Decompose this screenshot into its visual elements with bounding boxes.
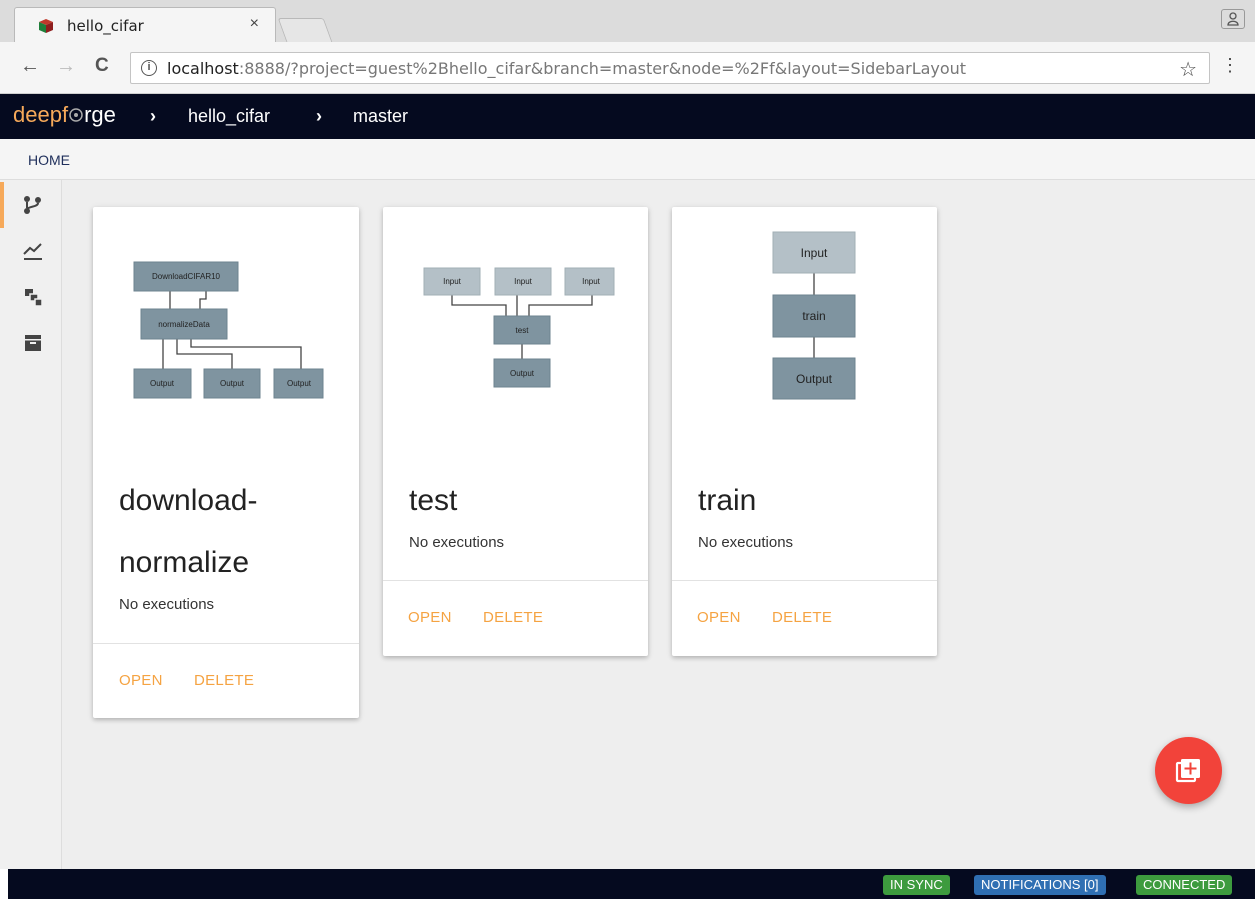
pipelines-icon: [24, 196, 41, 214]
node-label: Input: [443, 277, 462, 286]
open-button[interactable]: OPEN: [408, 609, 452, 626]
open-button[interactable]: OPEN: [697, 609, 741, 626]
node-label: Input: [514, 277, 533, 286]
breadcrumb-separator: ›: [150, 106, 156, 126]
sidebar-item-artifacts[interactable]: [8, 320, 62, 366]
pipeline-card[interactable]: DownloadCIFAR10 normalizeData Output Out…: [93, 207, 359, 718]
browser-toolbar: ← → C i localhost:8888/?project=guest%2B…: [0, 42, 1255, 94]
card-status: No executions: [409, 534, 505, 551]
breadcrumb-project[interactable]: hello_cifar: [188, 106, 270, 127]
card-divider: [672, 580, 937, 581]
pipeline-card[interactable]: Input train Output train No executions O…: [672, 207, 937, 656]
card-status: No executions: [698, 534, 794, 551]
tab-close-icon[interactable]: ×: [250, 15, 259, 33]
sidebar-item-pipelines[interactable]: [0, 182, 62, 228]
status-footer: IN SYNC NOTIFICATIONS [0] CONNECTED: [8, 869, 1255, 899]
node-label: train: [802, 309, 825, 323]
executions-chart-icon: [23, 243, 42, 260]
tab-title: hello_cifar: [67, 17, 144, 35]
archive-icon: [25, 335, 41, 351]
pipeline-preview: DownloadCIFAR10 normalizeData Output Out…: [133, 261, 324, 399]
node-label: Input: [582, 277, 601, 286]
pipeline-card[interactable]: Input Input Input test Output test No ex…: [383, 207, 648, 656]
reload-icon[interactable]: C: [95, 56, 109, 76]
breadcrumb-bar: HOME: [0, 139, 1255, 180]
pipeline-preview: Input Input Input test Output: [423, 267, 615, 388]
card-title: download-: [119, 484, 258, 517]
browser-tab[interactable]: hello_cifar ×: [14, 7, 276, 42]
info-icon[interactable]: i: [141, 60, 157, 76]
open-button[interactable]: OPEN: [119, 672, 163, 689]
back-arrow-icon[interactable]: ←: [20, 56, 40, 76]
card-title: test: [409, 484, 458, 517]
deepforge-favicon-icon: [39, 19, 53, 33]
card-title-continued: normalize: [119, 546, 250, 579]
node-label: Input: [801, 246, 828, 260]
connection-status-badge: CONNECTED: [1136, 875, 1233, 895]
node-label: normalizeData: [158, 320, 210, 329]
card-divider: [383, 580, 648, 581]
bookmark-star-icon[interactable]: ☆: [1179, 57, 1197, 82]
deepforge-logo[interactable]: deepf rge: [13, 102, 116, 128]
new-tab-button[interactable]: [277, 18, 333, 42]
delete-button[interactable]: DELETE: [772, 609, 832, 626]
delete-button[interactable]: DELETE: [483, 609, 543, 626]
breadcrumb-separator: ›: [316, 106, 322, 126]
notifications-button[interactable]: NOTIFICATIONS [0]: [974, 875, 1106, 895]
node-label: Output: [150, 379, 175, 388]
create-pipeline-button[interactable]: [1155, 737, 1222, 804]
node-label: DownloadCIFAR10: [152, 272, 221, 281]
breadcrumb-branch[interactable]: master: [353, 106, 408, 127]
sidebar: [0, 180, 62, 869]
card-divider: [93, 643, 359, 644]
pipeline-preview: Input train Output: [772, 231, 856, 400]
browser-menu-icon[interactable]: ⋮: [1221, 56, 1239, 74]
forward-arrow-icon[interactable]: →: [56, 56, 76, 76]
add-to-library-icon: [1175, 759, 1200, 783]
node-label: Output: [510, 369, 535, 378]
url-text: localhost:8888/?project=guest%2Bhello_ci…: [167, 59, 967, 78]
node-label: Output: [220, 379, 245, 388]
home-link[interactable]: HOME: [28, 152, 70, 168]
sync-status-badge: IN SYNC: [883, 875, 950, 895]
node-label: Output: [796, 372, 833, 386]
sidebar-item-executions[interactable]: [8, 228, 62, 274]
card-status: No executions: [119, 596, 215, 613]
profile-icon[interactable]: [1221, 9, 1245, 29]
browser-tabstrip: hello_cifar ×: [0, 0, 1255, 42]
node-label: test: [516, 326, 530, 335]
address-bar[interactable]: i localhost:8888/?project=guest%2Bhello_…: [130, 52, 1210, 84]
delete-button[interactable]: DELETE: [194, 672, 254, 689]
sidebar-item-resources[interactable]: [8, 274, 62, 320]
node-label: Output: [287, 379, 312, 388]
card-title: train: [698, 484, 757, 517]
app-header: deepf rge › hello_cifar › master: [0, 94, 1255, 139]
layers-icon: [25, 289, 43, 307]
